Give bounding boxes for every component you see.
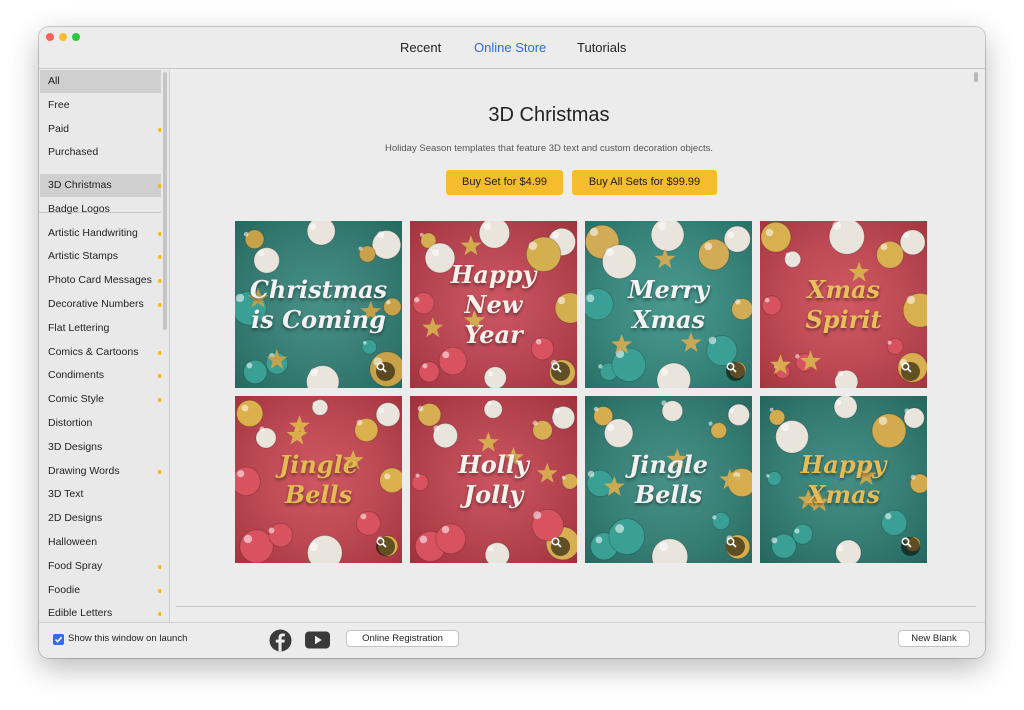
sidebar-item-label: 3D Christmas — [48, 179, 112, 191]
sidebar-item-3d-text[interactable]: 3D Text — [40, 483, 168, 506]
sidebar-item-badge-logos[interactable]: Badge Logos — [40, 198, 168, 221]
buy-set-button[interactable]: Buy Set for $4.99 — [446, 170, 563, 195]
sidebar-item-food-spray[interactable]: Food Spray — [40, 555, 168, 578]
new-blank-button[interactable]: New Blank — [898, 630, 970, 647]
sidebar-item-label: Halloween — [48, 536, 98, 548]
sidebar-item-all[interactable]: All — [40, 70, 168, 93]
sidebar-item-condiments[interactable]: Condiments — [40, 364, 168, 387]
magnifier-icon[interactable] — [376, 537, 395, 556]
sidebar-item-label: Free — [48, 98, 70, 111]
buy-all-sets-button[interactable]: Buy All Sets for $99.99 — [572, 170, 717, 195]
sidebar-scrollbar[interactable] — [161, 70, 169, 622]
magnifier-icon[interactable] — [726, 537, 745, 556]
sidebar-item-comic-style[interactable]: Comic Style — [40, 388, 168, 411]
template-grid: Christmas is Coming Happy New Year Merry… — [235, 221, 928, 563]
sidebar-item-halloween[interactable]: Halloween — [40, 531, 168, 554]
tab-recent[interactable]: Recent — [400, 40, 441, 55]
sidebar-item-label: All — [48, 75, 60, 87]
category-sidebar: All Free Paid Purchased 3D Christmas Badge Lo… — [39, 70, 170, 622]
zoom-window-button[interactable] — [72, 33, 80, 41]
sidebar-item-label: 2D Designs — [48, 512, 103, 525]
magnifier-icon[interactable] — [901, 362, 920, 381]
sidebar-item-label: Artistic Stamps — [48, 250, 119, 263]
sidebar-item-decorative-numbers[interactable]: Decorative Numbers — [40, 293, 168, 316]
sidebar-item-label: Flat Lettering — [48, 321, 110, 334]
template-tile[interactable]: Xmas Spirit — [760, 221, 927, 388]
facebook-icon[interactable] — [269, 629, 293, 652]
sidebar-item-label: Paid — [48, 122, 70, 135]
template-tile[interactable]: Christmas is Coming — [235, 221, 402, 388]
youtube-icon[interactable] — [305, 629, 330, 651]
sidebar-item-purchased[interactable]: Purchased — [40, 141, 168, 164]
sidebar-item-photo-card-messages[interactable]: Photo Card Messages — [40, 269, 168, 292]
sidebar-item-drawing-words[interactable]: Drawing Words — [40, 460, 168, 483]
footer-bar: Show this window on launch Online Regist… — [39, 622, 985, 658]
sidebar-item-label: 3D Text — [48, 488, 84, 501]
set-title: 3D Christmas — [488, 104, 610, 126]
template-tile[interactable]: Jingle Bells — [585, 396, 752, 563]
content-scrollbar[interactable] — [972, 70, 980, 622]
sidebar-item-label: Food Spray — [48, 559, 103, 572]
sidebar-divider — [39, 212, 169, 213]
sidebar-item-label: Artistic Handwriting — [48, 226, 138, 239]
sidebar-item-comics-and-cartoons[interactable]: Comics & Cartoons — [40, 341, 168, 364]
sidebar-item-2d-designs[interactable]: 2D Designs — [40, 507, 168, 530]
sidebar-item-label: 3D Designs — [48, 440, 103, 453]
sidebar-scroll-thumb[interactable] — [163, 72, 167, 330]
magnifier-icon[interactable] — [901, 537, 920, 556]
magnifier-icon[interactable] — [376, 362, 395, 381]
store-content: 3D Christmas Holiday Season templates th… — [176, 70, 978, 622]
content-scroll-thumb[interactable] — [974, 72, 978, 82]
magnifier-icon[interactable] — [551, 362, 570, 381]
sidebar-item-label: Edible Letters — [48, 607, 113, 620]
sidebar-item-foodie[interactable]: Foodie — [40, 579, 168, 602]
template-tile[interactable]: Holly Jolly — [410, 396, 577, 563]
online-registration-button[interactable]: Online Registration — [346, 630, 459, 647]
tab-online-store[interactable]: Online Store — [474, 40, 546, 55]
sidebar-item-free[interactable]: Free — [40, 94, 168, 117]
sidebar-item-label: Purchased — [48, 146, 99, 159]
sidebar-item-label: Comics & Cartoons — [48, 345, 139, 358]
titlebar: Recent Online Store Tutorials — [39, 27, 985, 69]
template-tile[interactable]: Happy Xmas — [760, 396, 927, 563]
set-description: Holiday Season templates that feature 3D… — [385, 143, 713, 154]
sidebar-item-3d-christmas[interactable]: 3D Christmas — [40, 174, 168, 197]
sidebar-item-label: Distortion — [48, 417, 93, 429]
sidebar-item-label: Drawing Words — [48, 464, 120, 477]
close-window-button[interactable] — [46, 33, 54, 41]
sidebar-item-label: Condiments — [48, 369, 105, 382]
magnifier-icon[interactable] — [726, 362, 745, 381]
show-on-launch-label: Show this window on launch — [68, 633, 188, 644]
sidebar-item-artistic-handwriting[interactable]: Artistic Handwriting — [40, 222, 168, 245]
app-window: Recent Online Store Tutorials All Free Pai… — [39, 27, 985, 658]
sidebar-item-artistic-stamps[interactable]: Artistic Stamps — [40, 245, 168, 268]
template-tile[interactable]: Merry Xmas — [585, 221, 752, 388]
sidebar-item-label: Comic Style — [48, 393, 105, 406]
sidebar-item-edible-letters[interactable]: Edible Letters — [40, 602, 168, 622]
sidebar-item-label: Decorative Numbers — [48, 298, 144, 310]
sidebar-item-paid[interactable]: Paid — [40, 118, 168, 141]
sidebar-item-3d-designs[interactable]: 3D Designs — [40, 436, 168, 459]
sidebar-item-flat-lettering[interactable]: Flat Lettering — [40, 317, 168, 340]
template-tile[interactable]: Jingle Bells — [235, 396, 402, 563]
minimize-window-button[interactable] — [59, 33, 67, 41]
template-tile[interactable]: Happy New Year — [410, 221, 577, 388]
sidebar-item-distortion[interactable]: Distortion — [40, 412, 168, 435]
tab-tutorials[interactable]: Tutorials — [577, 40, 626, 55]
show-on-launch-checkbox[interactable] — [53, 634, 64, 645]
sidebar-item-label: Foodie — [48, 583, 81, 596]
content-divider — [176, 606, 976, 607]
magnifier-icon[interactable] — [551, 537, 570, 556]
sidebar-item-label: Photo Card Messages — [48, 274, 152, 287]
